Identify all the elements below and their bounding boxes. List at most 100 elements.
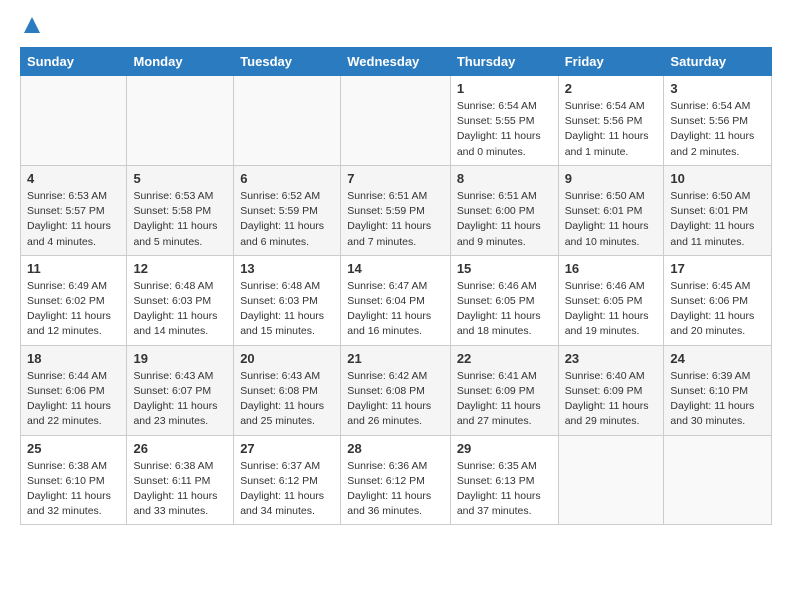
day-number: 20 <box>240 351 334 366</box>
day-cell: 10 Sunrise: 6:50 AM Sunset: 6:01 PM Dayli… <box>664 165 772 255</box>
day-info: Sunrise: 6:49 AM Sunset: 6:02 PM Dayligh… <box>27 279 120 340</box>
week-row-5: 25 Sunrise: 6:38 AM Sunset: 6:10 PM Dayli… <box>21 435 772 525</box>
day-number: 4 <box>27 171 120 186</box>
day-number: 9 <box>565 171 658 186</box>
day-number: 8 <box>457 171 552 186</box>
day-cell: 24Sunrise: 6:39 AM Sunset: 6:10 PM Dayli… <box>664 345 772 435</box>
day-number: 17 <box>670 261 765 276</box>
day-number: 10 <box>670 171 765 186</box>
day-number: 6 <box>240 171 334 186</box>
day-cell: 27Sunrise: 6:37 AM Sunset: 6:12 PM Dayli… <box>234 435 341 525</box>
week-row-2: 4 Sunrise: 6:53 AM Sunset: 5:57 PM Daylig… <box>21 165 772 255</box>
day-cell: 26 Sunrise: 6:38 AM Sunset: 6:11 PM Dayli… <box>127 435 234 525</box>
day-cell: 3 Sunrise: 6:54 AM Sunset: 5:56 PM Daylig… <box>664 76 772 166</box>
day-cell: 13 Sunrise: 6:48 AM Sunset: 6:03 PM Dayli… <box>234 255 341 345</box>
day-info: Sunrise: 6:50 AM Sunset: 6:01 PM Dayligh… <box>670 189 765 250</box>
day-cell <box>664 435 772 525</box>
day-number: 26 <box>133 441 227 456</box>
day-info: Sunrise: 6:54 AM Sunset: 5:56 PM Dayligh… <box>565 99 658 160</box>
day-number: 5 <box>133 171 227 186</box>
col-header-monday: Monday <box>127 48 234 76</box>
day-info: Sunrise: 6:39 AM Sunset: 6:10 PM Dayligh… <box>670 369 765 430</box>
col-header-sunday: Sunday <box>21 48 127 76</box>
day-number: 21 <box>347 351 444 366</box>
day-cell <box>341 76 451 166</box>
day-cell: 8 Sunrise: 6:51 AM Sunset: 6:00 PM Daylig… <box>450 165 558 255</box>
day-info: Sunrise: 6:36 AM Sunset: 6:12 PM Dayligh… <box>347 459 444 520</box>
day-info: Sunrise: 6:38 AM Sunset: 6:11 PM Dayligh… <box>133 459 227 520</box>
day-number: 18 <box>27 351 120 366</box>
day-cell: 18 Sunrise: 6:44 AM Sunset: 6:06 PM Dayli… <box>21 345 127 435</box>
day-info: Sunrise: 6:42 AM Sunset: 6:08 PM Dayligh… <box>347 369 444 430</box>
day-cell: 9 Sunrise: 6:50 AM Sunset: 6:01 PM Daylig… <box>558 165 664 255</box>
col-header-saturday: Saturday <box>664 48 772 76</box>
col-header-friday: Friday <box>558 48 664 76</box>
day-number: 28 <box>347 441 444 456</box>
week-row-4: 18 Sunrise: 6:44 AM Sunset: 6:06 PM Dayli… <box>21 345 772 435</box>
day-number: 16 <box>565 261 658 276</box>
day-number: 12 <box>133 261 227 276</box>
day-number: 3 <box>670 81 765 96</box>
day-cell: 20 Sunrise: 6:43 AM Sunset: 6:08 PM Dayli… <box>234 345 341 435</box>
day-info: Sunrise: 6:43 AM Sunset: 6:08 PM Dayligh… <box>240 369 334 430</box>
logo <box>20 20 41 39</box>
day-cell: 19 Sunrise: 6:43 AM Sunset: 6:07 PM Dayli… <box>127 345 234 435</box>
day-number: 23 <box>565 351 658 366</box>
col-header-tuesday: Tuesday <box>234 48 341 76</box>
week-row-1: 1Sunrise: 6:54 AM Sunset: 5:55 PM Daylig… <box>21 76 772 166</box>
day-number: 11 <box>27 261 120 276</box>
day-number: 25 <box>27 441 120 456</box>
day-info: Sunrise: 6:40 AM Sunset: 6:09 PM Dayligh… <box>565 369 658 430</box>
day-info: Sunrise: 6:43 AM Sunset: 6:07 PM Dayligh… <box>133 369 227 430</box>
day-cell: 2 Sunrise: 6:54 AM Sunset: 5:56 PM Daylig… <box>558 76 664 166</box>
col-header-wednesday: Wednesday <box>341 48 451 76</box>
day-info: Sunrise: 6:41 AM Sunset: 6:09 PM Dayligh… <box>457 369 552 430</box>
day-cell: 7 Sunrise: 6:51 AM Sunset: 5:59 PM Daylig… <box>341 165 451 255</box>
day-cell <box>558 435 664 525</box>
day-cell: 14Sunrise: 6:47 AM Sunset: 6:04 PM Dayli… <box>341 255 451 345</box>
col-header-thursday: Thursday <box>450 48 558 76</box>
day-info: Sunrise: 6:37 AM Sunset: 6:12 PM Dayligh… <box>240 459 334 520</box>
day-cell <box>127 76 234 166</box>
day-cell: 6Sunrise: 6:52 AM Sunset: 5:59 PM Daylig… <box>234 165 341 255</box>
day-cell: 1Sunrise: 6:54 AM Sunset: 5:55 PM Daylig… <box>450 76 558 166</box>
day-cell: 23 Sunrise: 6:40 AM Sunset: 6:09 PM Dayli… <box>558 345 664 435</box>
day-info: Sunrise: 6:47 AM Sunset: 6:04 PM Dayligh… <box>347 279 444 340</box>
day-cell: 25 Sunrise: 6:38 AM Sunset: 6:10 PM Dayli… <box>21 435 127 525</box>
day-number: 22 <box>457 351 552 366</box>
day-number: 19 <box>133 351 227 366</box>
header <box>20 16 772 39</box>
day-cell: 5 Sunrise: 6:53 AM Sunset: 5:58 PM Daylig… <box>127 165 234 255</box>
day-cell: 11 Sunrise: 6:49 AM Sunset: 6:02 PM Dayli… <box>21 255 127 345</box>
day-cell: 16 Sunrise: 6:46 AM Sunset: 6:05 PM Dayli… <box>558 255 664 345</box>
day-cell: 15Sunrise: 6:46 AM Sunset: 6:05 PM Dayli… <box>450 255 558 345</box>
day-info: Sunrise: 6:53 AM Sunset: 5:57 PM Dayligh… <box>27 189 120 250</box>
day-info: Sunrise: 6:45 AM Sunset: 6:06 PM Dayligh… <box>670 279 765 340</box>
day-info: Sunrise: 6:46 AM Sunset: 6:05 PM Dayligh… <box>565 279 658 340</box>
day-cell: 22 Sunrise: 6:41 AM Sunset: 6:09 PM Dayli… <box>450 345 558 435</box>
day-cell: 29 Sunrise: 6:35 AM Sunset: 6:13 PM Dayli… <box>450 435 558 525</box>
day-cell: 28 Sunrise: 6:36 AM Sunset: 6:12 PM Dayli… <box>341 435 451 525</box>
day-info: Sunrise: 6:44 AM Sunset: 6:06 PM Dayligh… <box>27 369 120 430</box>
day-info: Sunrise: 6:54 AM Sunset: 5:55 PM Dayligh… <box>457 99 552 160</box>
day-cell: 21 Sunrise: 6:42 AM Sunset: 6:08 PM Dayli… <box>341 345 451 435</box>
day-cell <box>21 76 127 166</box>
day-info: Sunrise: 6:53 AM Sunset: 5:58 PM Dayligh… <box>133 189 227 250</box>
day-info: Sunrise: 6:38 AM Sunset: 6:10 PM Dayligh… <box>27 459 120 520</box>
day-number: 29 <box>457 441 552 456</box>
day-info: Sunrise: 6:51 AM Sunset: 6:00 PM Dayligh… <box>457 189 552 250</box>
day-number: 13 <box>240 261 334 276</box>
day-cell: 17 Sunrise: 6:45 AM Sunset: 6:06 PM Dayli… <box>664 255 772 345</box>
day-number: 2 <box>565 81 658 96</box>
day-number: 15 <box>457 261 552 276</box>
day-cell <box>234 76 341 166</box>
day-info: Sunrise: 6:35 AM Sunset: 6:13 PM Dayligh… <box>457 459 552 520</box>
day-cell: 4 Sunrise: 6:53 AM Sunset: 5:57 PM Daylig… <box>21 165 127 255</box>
day-info: Sunrise: 6:48 AM Sunset: 6:03 PM Dayligh… <box>240 279 334 340</box>
day-number: 7 <box>347 171 444 186</box>
day-info: Sunrise: 6:54 AM Sunset: 5:56 PM Dayligh… <box>670 99 765 160</box>
day-info: Sunrise: 6:51 AM Sunset: 5:59 PM Dayligh… <box>347 189 444 250</box>
day-cell: 12Sunrise: 6:48 AM Sunset: 6:03 PM Dayli… <box>127 255 234 345</box>
day-info: Sunrise: 6:50 AM Sunset: 6:01 PM Dayligh… <box>565 189 658 250</box>
header-row: SundayMondayTuesdayWednesdayThursdayFrid… <box>21 48 772 76</box>
